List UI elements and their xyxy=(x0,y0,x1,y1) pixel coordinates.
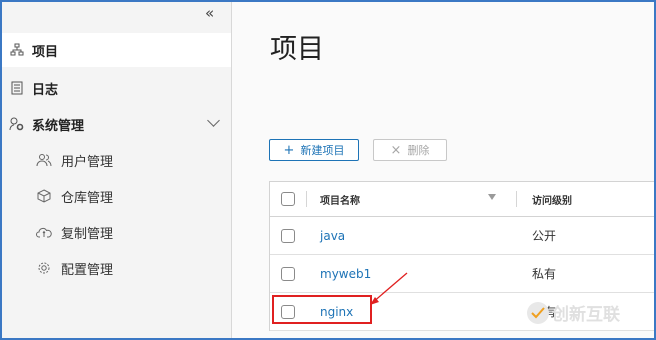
column-header-project-name: 项目名称 xyxy=(320,195,360,207)
sidebar-item-user-management[interactable]: 用户管理 xyxy=(2,143,231,177)
project-tree-icon xyxy=(6,43,28,57)
row-checkbox[interactable] xyxy=(281,266,295,281)
box-icon xyxy=(35,189,53,203)
log-icon xyxy=(6,81,28,95)
sidebar-item-label: 用户管理 xyxy=(61,154,114,170)
project-link[interactable]: java xyxy=(320,229,345,243)
column-header-access-level: 访问级别 xyxy=(532,195,572,207)
sidebar-item-label: 复制管理 xyxy=(61,226,114,242)
access-level: 公开 xyxy=(532,229,557,243)
page-title: 项目 xyxy=(270,34,324,65)
column-divider xyxy=(306,191,307,207)
sidebar-item-label: 项目 xyxy=(32,44,59,60)
app-window: « 项目 日志 系统管理 用户管理 仓库管理 复制管理 配置管理 项目 + 新建… xyxy=(0,0,656,340)
sidebar-item-system-admin[interactable]: 系统管理 xyxy=(2,107,231,141)
main-content: 项目 + 新建项目 × 删除 项目名称 访问级别 java 公开 myweb1 … xyxy=(232,2,654,338)
new-project-label: 新建项目 xyxy=(300,144,345,157)
chevron-down-icon[interactable] xyxy=(207,114,220,127)
table-row: myweb1 私有 xyxy=(270,255,654,293)
delete-button[interactable]: × 删除 xyxy=(373,139,447,161)
sidebar-item-label: 系统管理 xyxy=(32,118,85,134)
collapse-sidebar-button[interactable]: « xyxy=(205,4,214,22)
gear-icon xyxy=(35,261,53,275)
column-divider xyxy=(516,191,517,207)
sidebar: « 项目 日志 系统管理 用户管理 仓库管理 复制管理 配置管理 xyxy=(2,2,232,338)
sidebar-item-repository-management[interactable]: 仓库管理 xyxy=(2,179,231,213)
system-settings-icon xyxy=(6,117,28,131)
watermark-logo-icon xyxy=(527,301,549,324)
cloud-sync-icon xyxy=(35,226,53,238)
table-row: java 公开 xyxy=(270,217,654,255)
row-checkbox[interactable] xyxy=(281,228,295,243)
watermark: 创新互联 xyxy=(527,300,620,325)
sidebar-item-replication-management[interactable]: 复制管理 xyxy=(2,215,231,249)
access-level: 私有 xyxy=(532,267,557,281)
sidebar-item-logs[interactable]: 日志 xyxy=(2,71,231,105)
users-icon xyxy=(35,153,53,167)
sidebar-item-label: 配置管理 xyxy=(61,262,114,278)
plus-icon: + xyxy=(283,142,295,158)
delete-label: 删除 xyxy=(407,144,430,157)
filter-icon[interactable] xyxy=(488,194,496,200)
select-all-checkbox[interactable] xyxy=(281,192,295,206)
table-header-row: 项目名称 访问级别 xyxy=(270,181,654,217)
sidebar-item-label: 日志 xyxy=(32,82,59,98)
new-project-button[interactable]: + 新建项目 xyxy=(269,139,359,161)
sidebar-item-configuration-management[interactable]: 配置管理 xyxy=(2,251,231,285)
highlight-box xyxy=(272,295,372,324)
close-icon: × xyxy=(390,142,402,158)
sidebar-item-label: 仓库管理 xyxy=(61,190,114,206)
annotation-arrow xyxy=(370,272,408,305)
watermark-text: 创新互联 xyxy=(552,305,620,325)
sidebar-item-projects[interactable]: 项目 xyxy=(2,33,231,67)
